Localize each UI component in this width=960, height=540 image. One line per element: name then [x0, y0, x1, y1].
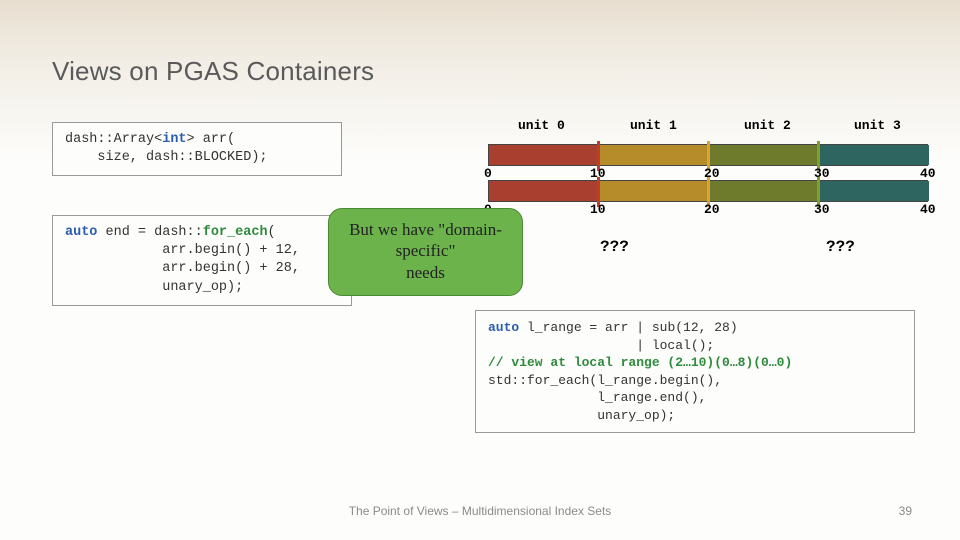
tick: 30	[814, 202, 830, 217]
code-text: dash::Array<	[65, 132, 162, 147]
code-text: std::for_each(l_range.begin(),	[488, 373, 722, 388]
kw-auto: auto	[65, 225, 97, 240]
tick: 20	[704, 202, 720, 217]
unit-label: unit 2	[744, 118, 791, 133]
fn-for-each: for_each	[203, 225, 268, 240]
tick: 0	[484, 166, 492, 181]
comment: // view at local range (2…10)(0…8)(0…0)	[488, 355, 792, 370]
qmark-icon: ???	[600, 238, 629, 256]
code-text: arr.begin() + 28,	[65, 261, 300, 276]
unit-labels: unit 0 unit 1 unit 2 unit 3	[492, 118, 932, 138]
callout-line: But we have "domain-	[337, 219, 514, 240]
callout-bubble: But we have "domain- specific" needs	[328, 208, 523, 296]
kw-int: int	[162, 132, 186, 147]
array-bar-global	[488, 144, 928, 166]
code-text: end = dash::	[97, 225, 202, 240]
code-text: l_range = arr | sub(12, 28)	[519, 320, 737, 335]
block-unit1	[599, 181, 709, 201]
code-text: unary_op);	[488, 408, 675, 423]
code-text: > arr(	[187, 132, 236, 147]
page-number: 39	[899, 504, 912, 518]
tick: 40	[920, 166, 936, 181]
code-text: (	[268, 225, 276, 240]
block-unit3	[819, 181, 929, 201]
code-text: | local();	[488, 338, 714, 353]
slide-title: Views on PGAS Containers	[52, 56, 374, 87]
unit-label: unit 1	[630, 118, 677, 133]
block-unit0	[489, 181, 599, 201]
code-range: auto l_range = arr | sub(12, 28) | local…	[475, 310, 915, 433]
block-unit0	[489, 145, 599, 165]
block-unit3	[819, 145, 929, 165]
tick: 40	[920, 202, 936, 217]
unit-label: unit 3	[854, 118, 901, 133]
callout-line: needs	[337, 262, 514, 283]
code-text: arr.begin() + 12,	[65, 243, 300, 258]
callout-line: specific"	[337, 240, 514, 261]
qmark-icon: ???	[826, 238, 855, 256]
block-unit2	[709, 145, 819, 165]
tick: 10	[590, 202, 606, 217]
block-unit2	[709, 181, 819, 201]
code-text: l_range.end(),	[488, 390, 706, 405]
code-foreach: auto end = dash::for_each( arr.begin() +…	[52, 215, 352, 306]
code-declaration: dash::Array<int> arr( size, dash::BLOCKE…	[52, 122, 342, 176]
array-diagram: unit 0 unit 1 unit 2 unit 3 0 10 20 30 4…	[492, 118, 952, 288]
unit-label: unit 0	[518, 118, 565, 133]
array-bar-sub	[488, 180, 928, 202]
code-text: unary_op);	[65, 280, 243, 295]
block-unit1	[599, 145, 709, 165]
kw-auto: auto	[488, 320, 519, 335]
code-text: size, dash::BLOCKED);	[65, 150, 268, 165]
footer-text: The Point of Views – Multidimensional In…	[0, 504, 960, 518]
